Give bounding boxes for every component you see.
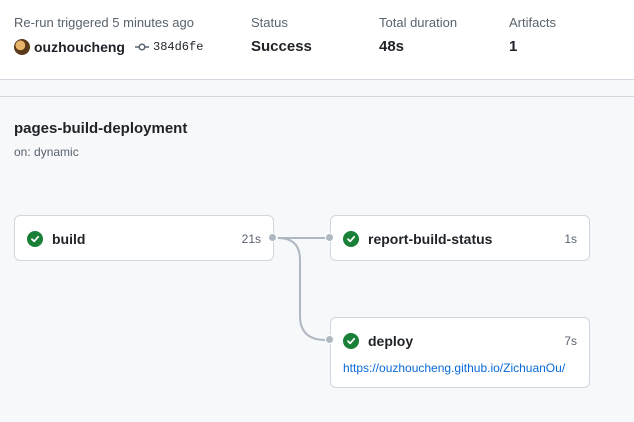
job-duration: 7s <box>564 334 577 348</box>
job-duration: 1s <box>564 232 577 246</box>
job-duration: 21s <box>241 232 261 246</box>
trigger-details: ouzhoucheng 384d6fe <box>14 38 203 56</box>
job-name: build <box>52 231 86 247</box>
connector-dot <box>325 233 334 242</box>
job-deploy[interactable]: deploy 7s https://ouzhoucheng.github.io/… <box>330 317 590 388</box>
job-report-build-status[interactable]: report-build-status 1s <box>330 215 590 261</box>
job-build[interactable]: build 21s <box>14 215 274 261</box>
divider <box>0 96 634 97</box>
duration-label: Total duration <box>379 15 458 30</box>
artifacts-value[interactable]: 1 <box>509 38 517 55</box>
artifacts-label: Artifacts <box>509 15 556 30</box>
status-label: Status <box>251 15 288 30</box>
job-name: deploy <box>368 333 414 349</box>
avatar[interactable] <box>14 39 30 55</box>
check-circle-icon <box>343 333 359 349</box>
job-name: report-build-status <box>368 231 493 247</box>
status-value: Success <box>251 38 312 55</box>
actor-link[interactable]: ouzhoucheng <box>34 39 125 55</box>
commit-sha-link[interactable]: 384d6fe <box>153 40 203 54</box>
connector-dot <box>268 233 277 242</box>
run-summary: Re-run triggered 5 minutes ago ouzhouche… <box>0 0 634 80</box>
workflow-trigger: on: dynamic <box>14 145 79 159</box>
check-circle-icon <box>343 231 359 247</box>
duration-value: 48s <box>379 38 405 55</box>
commit-icon <box>135 40 149 54</box>
deployment-url-link[interactable]: https://ouzhoucheng.github.io/ZichuanOu/ <box>343 361 565 375</box>
check-circle-icon <box>27 231 43 247</box>
workflow-title: pages-build-deployment <box>14 120 188 137</box>
trigger-label: Re-run triggered 5 minutes ago <box>14 15 194 30</box>
connector-dot <box>325 335 334 344</box>
